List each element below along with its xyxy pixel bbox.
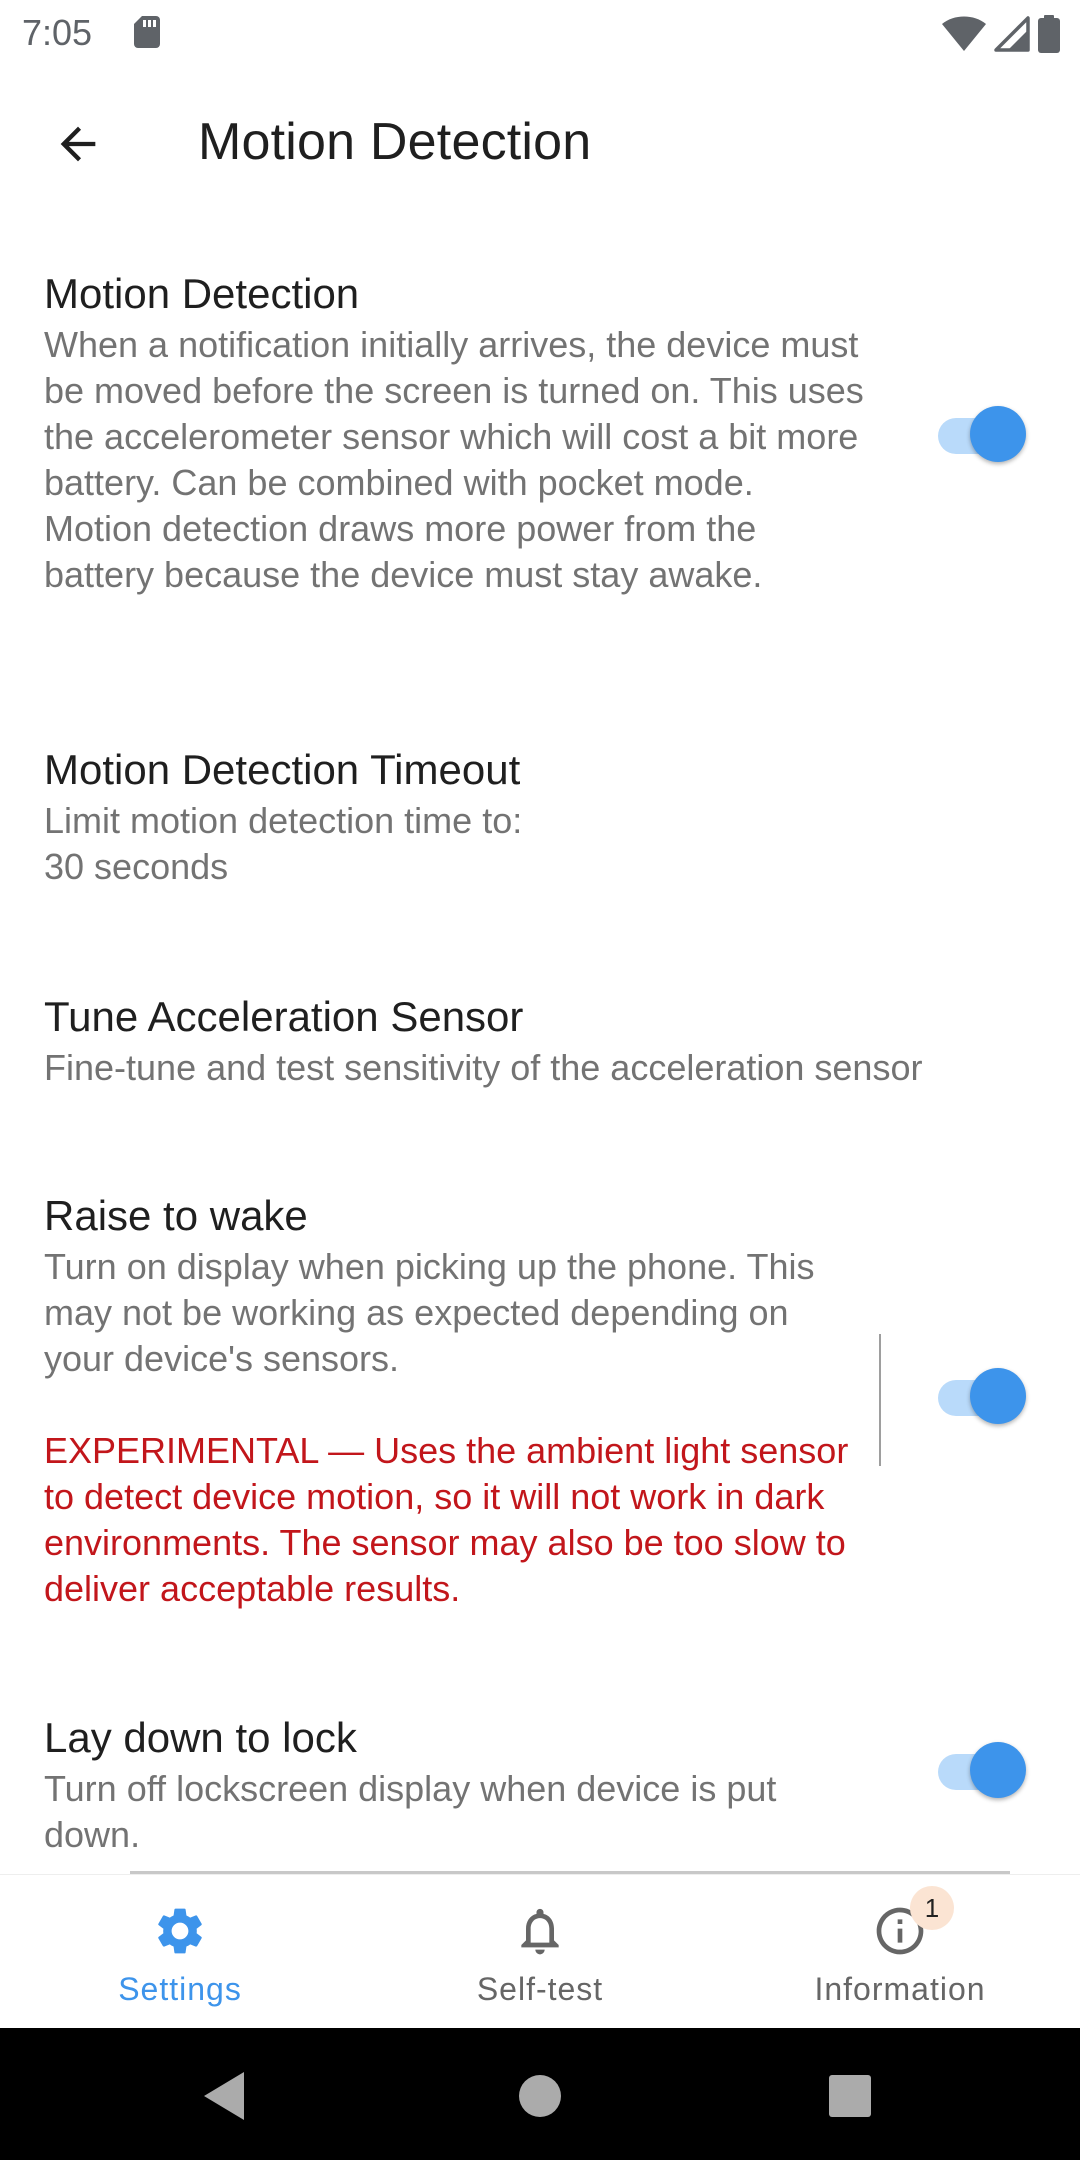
system-back-icon[interactable] [196, 2066, 256, 2126]
notification-badge: 1 [910, 1886, 954, 1930]
motion-detection-switch[interactable] [938, 406, 1028, 466]
status-icons [942, 14, 1060, 54]
pref-warning: EXPERIMENTAL — Uses the ambient light se… [44, 1430, 849, 1609]
screen: 7:05 Motion Detection Motion Detection W… [0, 0, 1080, 2160]
pref-summary: Turn off lockscreen display when device … [44, 1768, 777, 1855]
nav-label: Self-test [476, 1971, 604, 2007]
switch-thumb [970, 1368, 1026, 1424]
switch-thumb [970, 1742, 1026, 1798]
pref-title: Lay down to lock [44, 1714, 357, 1761]
pref-title: Tune Acceleration Sensor [44, 993, 524, 1040]
nav-self-test[interactable]: Self-test [360, 1875, 720, 2029]
pref-summary: Limit motion detection time to: 30 secon… [44, 800, 523, 887]
pref-motion-detection[interactable]: Motion Detection When a notification ini… [0, 268, 1080, 668]
pref-title: Motion Detection [44, 270, 360, 317]
pref-lay-down-to-lock[interactable]: Lay down to lock Turn off lockscreen dis… [0, 1712, 1080, 1872]
arrow-back-icon [60, 126, 96, 162]
pref-text: Lay down to lock Turn off lockscreen dis… [44, 1712, 864, 1858]
cellular-signal-icon [994, 16, 1030, 52]
nav-settings[interactable]: Settings [0, 1875, 360, 2029]
pref-text: Motion Detection When a notification ini… [44, 268, 864, 598]
nav-label: Settings [118, 1971, 242, 2007]
pref-text: Motion Detection Timeout Limit motion de… [44, 744, 864, 890]
app-bar: Motion Detection [0, 66, 1080, 226]
pref-motion-detection-timeout[interactable]: Motion Detection Timeout Limit motion de… [0, 744, 1080, 904]
nav-information[interactable]: Information [720, 1875, 1080, 2029]
gear-icon [158, 1908, 202, 1954]
pref-summary: Fine-tune and test sensitivity of the ac… [44, 1047, 923, 1088]
status-time: 7:05 [22, 12, 93, 53]
status-bar: 7:05 [0, 0, 1080, 66]
pref-summary: Turn on display when picking up the phon… [44, 1246, 815, 1379]
raise-to-wake-switch[interactable] [938, 1368, 1028, 1428]
settings-list[interactable]: Motion Detection When a notification ini… [0, 226, 1080, 1872]
system-recents-icon[interactable] [820, 2066, 880, 2126]
system-navigation-bar [0, 2028, 1080, 2160]
pref-summary: When a notification initially arrives, t… [44, 324, 864, 595]
pref-text: Tune Acceleration Sensor Fine-tune and t… [44, 991, 1044, 1091]
sd-card-icon [134, 16, 160, 48]
back-button[interactable] [36, 102, 120, 186]
pref-tune-acceleration-sensor[interactable]: Tune Acceleration Sensor Fine-tune and t… [0, 991, 1080, 1101]
divider [879, 1334, 881, 1466]
pref-raise-to-wake[interactable]: Raise to wake Turn on display when picki… [0, 1190, 1080, 1610]
switch-thumb [970, 406, 1026, 462]
nav-label: Information [814, 1971, 986, 2007]
pref-title: Motion Detection Timeout [44, 746, 521, 793]
lay-down-to-lock-switch[interactable] [938, 1742, 1028, 1802]
system-home-icon[interactable] [510, 2066, 570, 2126]
pref-title: Raise to wake [44, 1192, 308, 1239]
battery-icon [1038, 15, 1060, 53]
wifi-icon [942, 16, 986, 51]
bell-icon [521, 1908, 559, 1955]
page-title: Motion Detection [198, 113, 592, 171]
pref-text: Raise to wake Turn on display when picki… [44, 1190, 864, 1612]
